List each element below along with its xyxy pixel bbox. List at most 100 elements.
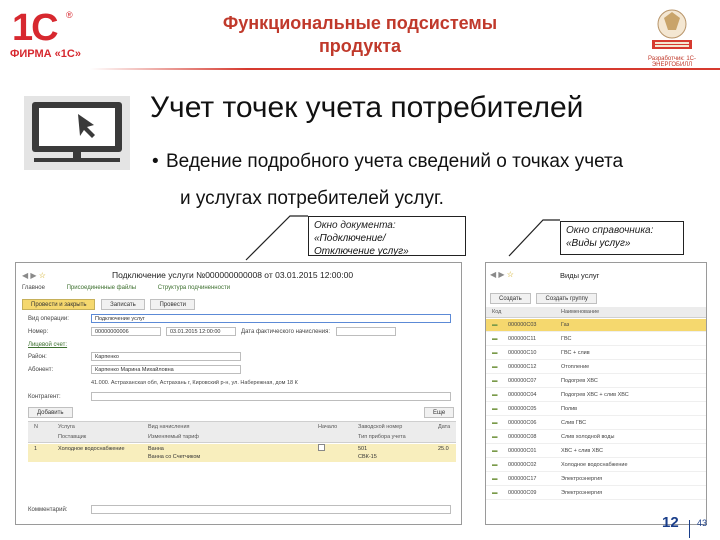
catalog-row-code: 000000C09 xyxy=(508,490,537,496)
monitor-cursor-icon xyxy=(22,94,132,172)
nav-back-icon[interactable]: ◀ xyxy=(22,271,28,280)
catalog-row[interactable]: ▬ 000000C03 Газ xyxy=(486,319,706,332)
doc-callout-leader-line xyxy=(245,215,308,261)
bullet-line-2: и услугах потребителей услуг. xyxy=(180,188,444,209)
catalog-item-icon: ▬ xyxy=(492,364,498,370)
subscriber-label: Абонент: xyxy=(28,367,54,373)
partner-emblem-icon xyxy=(652,9,692,49)
catalog-row[interactable]: ▬ 000000C01 ХВС + слив ХВС xyxy=(486,445,706,458)
catalog-row[interactable]: ▬ 000000C05 Полив xyxy=(486,403,706,416)
number-field[interactable]: 00000000006 xyxy=(91,327,161,336)
tab-hierarchy[interactable]: Структура подчиненности xyxy=(158,285,230,291)
table-row[interactable]: 1 Холодное водоснабжение Ванна 501 25.0 … xyxy=(28,444,456,462)
catalog-row[interactable]: ▬ 000000C09 Электроэнергия xyxy=(486,487,706,500)
catalog-row-code: 000000C04 xyxy=(508,392,537,398)
comment-field[interactable] xyxy=(91,505,451,514)
tab-attached-files[interactable]: Присоединенные файлы xyxy=(67,285,137,291)
create-button[interactable]: Создать xyxy=(490,293,531,304)
post-button[interactable]: Провести xyxy=(150,299,195,310)
catalog-row[interactable]: ▬ 000000C02 Холодное водоснабжение xyxy=(486,459,706,472)
col-service: Услуга xyxy=(58,424,75,430)
catalog-item-icon: ▬ xyxy=(492,350,498,356)
row-n: 1 xyxy=(34,446,38,452)
catalog-row[interactable]: ▬ 000000C12 Отопление xyxy=(486,361,706,374)
col-meter-type: Тип прибора учета xyxy=(358,434,406,440)
area-field[interactable]: Карпенко xyxy=(91,352,241,361)
catalog-row[interactable]: ▬ 000000C08 Слив холодной воды xyxy=(486,431,706,444)
date-fact-field[interactable] xyxy=(336,327,396,336)
catalog-row-code: 000000C05 xyxy=(508,406,537,412)
catalog-row[interactable]: ▬ 000000C06 Слив ГВС xyxy=(486,417,706,430)
row-start-checkbox[interactable] xyxy=(318,444,325,451)
brand-logo-1c: 1С ® ФИРМА «1С» xyxy=(8,8,88,64)
partner-logo: Разработчик: 1С-ЭНЕРГОБИЛЛ xyxy=(630,6,714,68)
page-number-divider xyxy=(689,520,690,538)
doc-callout-caption: Окно документа: xyxy=(314,220,396,231)
more-button[interactable]: Еще xyxy=(424,407,455,418)
catalog-row-name: Электроэнергия xyxy=(561,476,603,482)
catalog-item-icon: ▬ xyxy=(492,392,498,398)
catalog-table-header: Код Наименование xyxy=(486,307,706,318)
favorite-star-icon[interactable]: ☆ xyxy=(39,271,46,280)
col-date: Дата xyxy=(438,424,451,430)
document-title: Подключение услуги №000000000008 от 03.0… xyxy=(112,270,354,280)
catalog-row-name: Холодное водоснабжение xyxy=(561,462,628,468)
save-button[interactable]: Записать xyxy=(101,299,145,310)
catalog-item-icon: ▬ xyxy=(492,420,498,426)
page-total: 43 xyxy=(697,518,708,528)
nav-forward-icon[interactable]: ▶ xyxy=(30,271,36,280)
page-header-title: Функциональные подсистемы продукта xyxy=(222,13,498,56)
comment-label: Комментарий: xyxy=(28,507,68,513)
add-row-button[interactable]: Добавить xyxy=(28,407,73,418)
catalog-row-code: 000000C01 xyxy=(508,448,537,454)
row-date: 25.0 xyxy=(438,446,449,452)
catalog-row-name: Подогрев ХВС xyxy=(561,378,598,384)
catalog-row-name: ГВС xyxy=(561,336,572,342)
consumer-label[interactable]: Лицевой счет: xyxy=(28,342,67,348)
catalog-row[interactable]: ▬ 000000C17 Электроэнергия xyxy=(486,473,706,486)
window-nav-icons[interactable]: ◀ ▶ ☆ xyxy=(22,271,46,280)
col-tariff: Изменяемый тариф xyxy=(148,434,199,440)
contractor-label: Контрагент: xyxy=(28,394,61,400)
subscriber-field[interactable]: Карпенко Марина Михайловна xyxy=(91,365,241,374)
col-charge-type: Вид начисления xyxy=(148,424,190,430)
create-group-button[interactable]: Создать группу xyxy=(536,293,597,304)
catalog-nav-icons[interactable]: ◀ ▶ ☆ xyxy=(490,270,514,279)
catalog-row-code: 000000C11 xyxy=(508,336,537,342)
logo-text: 1С xyxy=(12,7,59,49)
doc-callout-name-2: Отключение услуг» xyxy=(314,246,409,256)
catalog-row[interactable]: ▬ 000000C10 ГВС + слив xyxy=(486,347,706,360)
catalog-row-name: Подогрев ХВС + слив ХВС xyxy=(561,392,629,398)
partner-caption: Разработчик: 1С-ЭНЕРГОБИЛЛ xyxy=(648,56,696,68)
tab-main[interactable]: Главное xyxy=(22,285,45,291)
catalog-item-icon: ▬ xyxy=(492,448,498,454)
catalog-row[interactable]: ▬ 000000C04 Подогрев ХВС + слив ХВС xyxy=(486,389,706,402)
catalog-row-name: Отопление xyxy=(561,364,590,370)
catalog-item-icon: ▬ xyxy=(492,476,498,482)
date-field[interactable]: 03.01.2015 12:00:00 xyxy=(166,327,236,336)
ref-window-callout: Окно справочника: «Виды услуг» xyxy=(560,221,684,255)
catalog-row-name: Слив ГВС xyxy=(561,420,587,426)
catalog-item-icon: ▬ xyxy=(492,378,498,384)
bullet-line-1: Ведение подробного учета сведений о точк… xyxy=(166,151,624,172)
col-factory-number: Заводской номер xyxy=(358,424,403,430)
row-tariff: Ванна со Счетчиком xyxy=(148,454,201,460)
ref-callout-caption: Окно справочника: xyxy=(566,225,654,236)
document-toolbar: Провести и закрыть Записать Провести xyxy=(22,299,199,310)
catalog-row-code: 000000C08 xyxy=(508,434,537,440)
nav-back-icon[interactable]: ◀ xyxy=(490,270,496,279)
number-label: Номер: xyxy=(28,329,49,335)
catalog-row-name: ГВС + слив xyxy=(561,350,590,356)
operation-field[interactable]: Подключение услуг xyxy=(91,314,451,323)
col-n: N xyxy=(34,424,38,430)
catalog-row[interactable]: ▬ 000000C11 ГВС xyxy=(486,333,706,346)
favorite-star-icon[interactable]: ☆ xyxy=(507,270,514,279)
nav-forward-icon[interactable]: ▶ xyxy=(498,270,504,279)
catalog-row[interactable]: ▬ 000000C07 Подогрев ХВС xyxy=(486,375,706,388)
post-and-close-button[interactable]: Провести и закрыть xyxy=(22,299,96,310)
catalog-row-code: 000000C17 xyxy=(508,476,537,482)
address-text: 41.000. Астраханская обл, Астрахань г, К… xyxy=(91,380,298,386)
catalog-item-icon: ▬ xyxy=(492,322,498,328)
date-fact-label: Дата фактического начисления: xyxy=(241,329,330,335)
contractor-field[interactable] xyxy=(91,392,451,401)
